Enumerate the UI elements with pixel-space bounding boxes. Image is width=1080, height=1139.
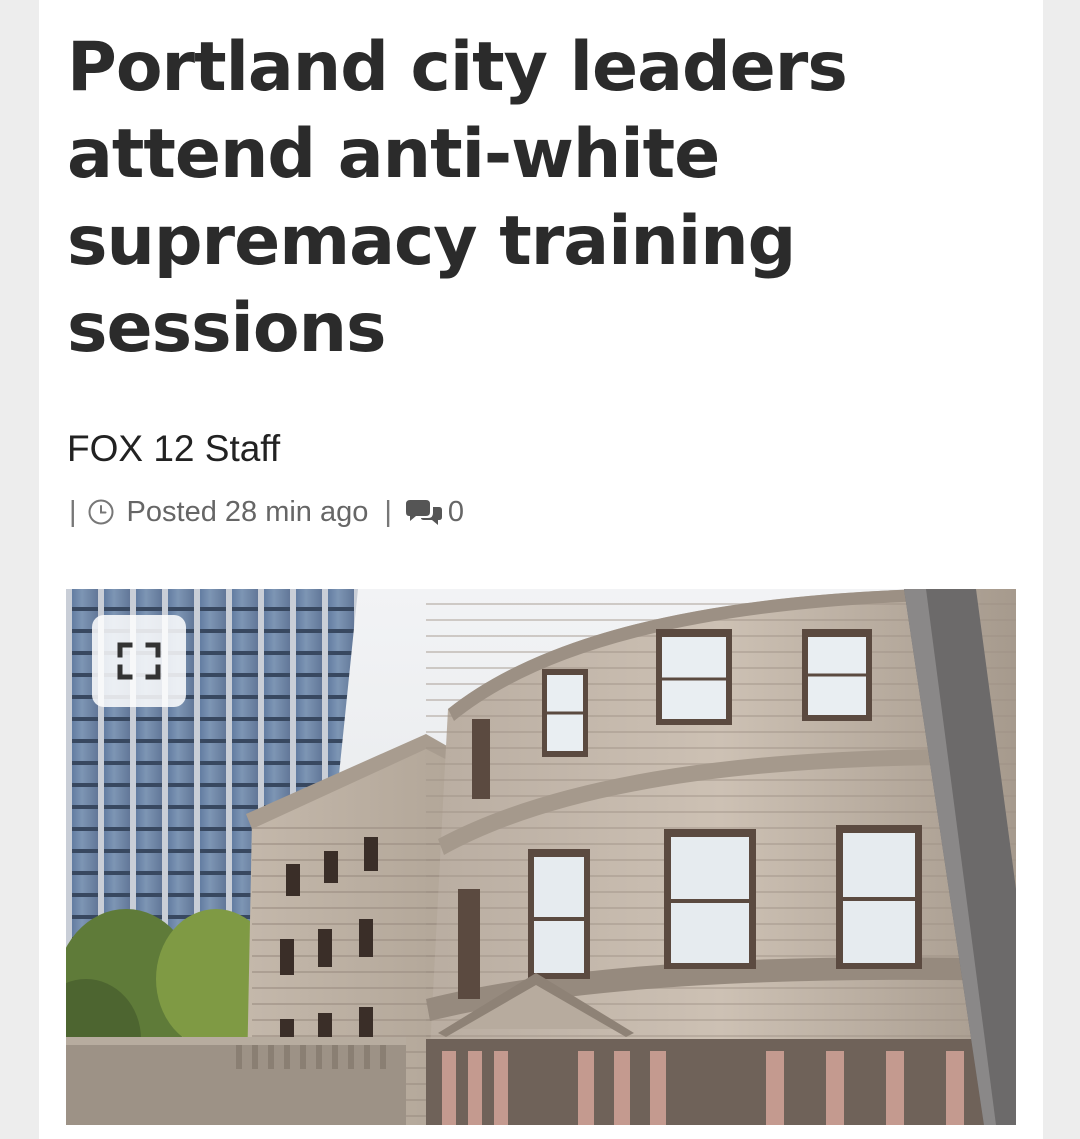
comment-count: 0 xyxy=(447,495,465,528)
expand-fullscreen-icon xyxy=(117,642,161,680)
author-name[interactable]: FOX 12 Staff xyxy=(67,428,280,470)
expand-image-button[interactable] xyxy=(92,615,186,707)
meta-separator: | xyxy=(384,495,392,528)
meta-separator: | xyxy=(69,495,77,528)
article-headline: Portland city leaders attend anti-white … xyxy=(67,28,848,368)
article-photo[interactable] xyxy=(66,589,1016,1125)
clock-icon xyxy=(88,499,114,525)
posted-time: Posted 28 min ago xyxy=(126,495,369,528)
article-meta: | Posted 28 min ago | 0 xyxy=(69,494,464,530)
comment-bubbles-icon xyxy=(405,500,442,525)
city-hall-photo xyxy=(66,589,1016,1125)
comments-link[interactable]: 0 xyxy=(404,496,464,529)
article-card: Portland city leaders attend anti-white … xyxy=(39,0,1043,1139)
